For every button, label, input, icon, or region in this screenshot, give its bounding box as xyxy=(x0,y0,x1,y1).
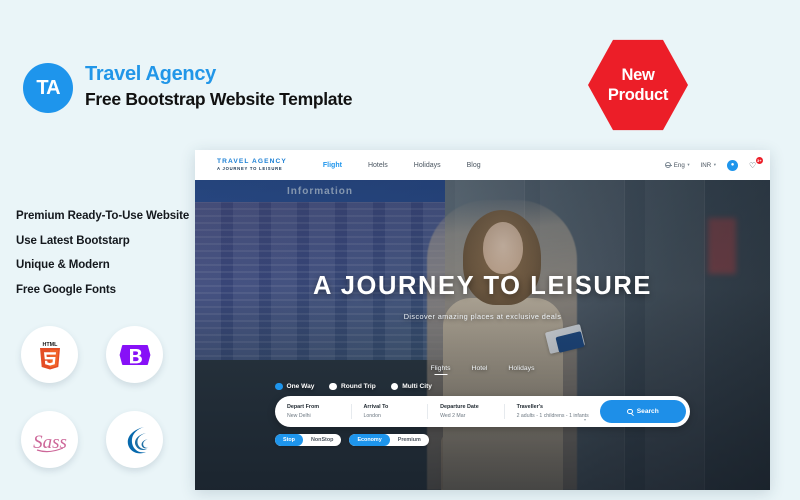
feature-list: Premium Ready-To-Use Website Use Latest … xyxy=(16,210,196,308)
notification-count-badge: 3+ xyxy=(755,156,763,164)
depart-from-field[interactable]: Depart From New Delhi xyxy=(275,403,352,420)
technology-icon-grid: HTML Sass xyxy=(21,326,163,468)
chevron-down-icon: ▾ xyxy=(713,162,716,167)
site-brand-tagline: A JOURNEY TO LEISURE xyxy=(217,165,283,171)
feature-item: Unique & Modern xyxy=(16,259,110,271)
site-brand-name: TRAVEL AGENCY xyxy=(217,157,287,165)
html5-icon: HTML xyxy=(39,342,60,369)
field-label: Departure Date xyxy=(440,403,479,410)
chip-economy[interactable]: Economy xyxy=(349,434,390,446)
site-nav-links: Flight Hotels Holidays Blog xyxy=(323,162,481,169)
tab-flights[interactable]: Flights xyxy=(431,365,451,372)
website-preview: TRAVEL AGENCY A JOURNEY TO LEISURE Fligh… xyxy=(195,150,770,490)
filter-chip-groups: Stop NonStop Economy Premium xyxy=(195,434,770,446)
field-label: Arrival To xyxy=(363,403,389,410)
bootstrap-icon-badge xyxy=(106,326,163,383)
field-label: Depart From xyxy=(287,403,320,410)
radio-label: Multi City xyxy=(402,382,432,390)
badge-line-2: Product xyxy=(607,86,669,104)
hero-section: Information A JOURNEY TO LEISURE Discove… xyxy=(195,180,770,490)
html5-icon-badge: HTML xyxy=(21,326,78,383)
radio-dot xyxy=(329,382,337,390)
language-selector[interactable]: Eng ▾ xyxy=(665,161,690,169)
badge-line-1: New xyxy=(621,66,655,84)
page-title: Travel Agency xyxy=(85,63,216,85)
stop-filter-group: Stop NonStop xyxy=(275,434,342,446)
svg-text:HTML: HTML xyxy=(42,342,58,348)
brand-logo-initials: TA xyxy=(36,76,60,99)
radio-dot-selected xyxy=(275,382,283,390)
search-icon xyxy=(627,408,633,415)
promo-heading-group: Travel Agency Free Bootstrap Website Tem… xyxy=(85,62,353,111)
class-filter-group: Economy Premium xyxy=(349,434,429,446)
sass-icon: Sass xyxy=(33,432,67,453)
field-value: London xyxy=(363,413,381,420)
chip-premium[interactable]: Premium xyxy=(390,434,429,446)
departure-date-field[interactable]: Departure Date Wed 2 Mar xyxy=(428,403,505,420)
hero-title: A JOURNEY TO LEISURE xyxy=(312,272,652,300)
trip-type-radios: One Way Round Trip Multi City xyxy=(195,382,770,390)
jquery-icon xyxy=(127,426,148,453)
currency-selector[interactable]: INR ▾ xyxy=(701,162,716,169)
booking-tabs: Flights Hotel Holidays xyxy=(195,365,770,372)
chip-nonstop[interactable]: NonStop xyxy=(303,434,341,446)
feature-item: Free Google Fonts xyxy=(16,283,116,296)
radio-label: Round Trip xyxy=(340,382,376,390)
search-button-label: Search xyxy=(636,408,659,415)
field-value: New Delhi xyxy=(287,413,311,420)
tab-hotel[interactable]: Hotel xyxy=(472,365,488,372)
bootstrap-icon xyxy=(119,344,150,365)
tab-holidays[interactable]: Holidays xyxy=(508,365,534,372)
site-nav-right: Eng ▾ INR ▾ ● ♡ 3+ xyxy=(665,156,763,171)
flight-search-card: Depart From New Delhi Arrival To London … xyxy=(275,396,690,427)
radio-round-trip[interactable]: Round Trip xyxy=(329,382,376,390)
globe-icon xyxy=(665,162,673,168)
nav-item-hotels[interactable]: Hotels xyxy=(368,162,388,169)
sass-icon-badge: Sass xyxy=(21,411,78,468)
field-label: Traveller's xyxy=(516,403,544,410)
nav-item-holidays[interactable]: Holidays xyxy=(414,162,441,169)
chip-stop[interactable]: Stop xyxy=(275,434,303,446)
search-button[interactable]: Search xyxy=(600,400,686,423)
brand-logo-circle: TA xyxy=(23,63,73,113)
nav-item-flight[interactable]: Flight xyxy=(323,162,342,169)
chevron-down-icon: ▾ xyxy=(687,162,690,167)
notifications-button[interactable]: ♡ 3+ xyxy=(749,156,763,171)
booking-widget: Flights Hotel Holidays One Way Round Tri… xyxy=(195,365,770,446)
new-product-badge: New Product xyxy=(588,37,688,133)
arrival-to-field[interactable]: Arrival To London xyxy=(352,403,429,420)
feature-item: Use Latest Bootstarp xyxy=(16,234,130,247)
avatar[interactable]: ● xyxy=(727,159,738,171)
travellers-field[interactable]: Traveller's 2 adults - 1 childrens - 1 i… xyxy=(505,403,596,422)
currency-value: INR xyxy=(700,161,712,169)
site-navbar: TRAVEL AGENCY A JOURNEY TO LEISURE Fligh… xyxy=(195,150,770,180)
radio-label: One Way xyxy=(286,382,315,390)
avatar-glyph: ● xyxy=(730,162,735,168)
radio-one-way[interactable]: One Way xyxy=(275,382,315,390)
feature-item: Premium Ready-To-Use Website xyxy=(16,210,190,222)
field-value: Wed 2 Mar xyxy=(440,413,466,420)
page-subtitle: Free Bootstrap Website Template xyxy=(85,89,353,109)
hero-copy: A JOURNEY TO LEISURE Discover amazing pl… xyxy=(195,272,770,321)
hexagon-badge-shape: New Product xyxy=(588,39,688,131)
jquery-icon-badge xyxy=(106,411,163,468)
language-value: Eng xyxy=(673,161,685,169)
site-brand[interactable]: TRAVEL AGENCY A JOURNEY TO LEISURE xyxy=(217,157,287,171)
radio-dot xyxy=(390,382,399,390)
radio-multi-city[interactable]: Multi City xyxy=(390,382,432,390)
chevron-down-icon: ▾ xyxy=(583,416,586,422)
nav-item-blog[interactable]: Blog xyxy=(467,162,481,169)
hero-subtitle: Discover amazing places at exclusive dea… xyxy=(403,312,562,321)
